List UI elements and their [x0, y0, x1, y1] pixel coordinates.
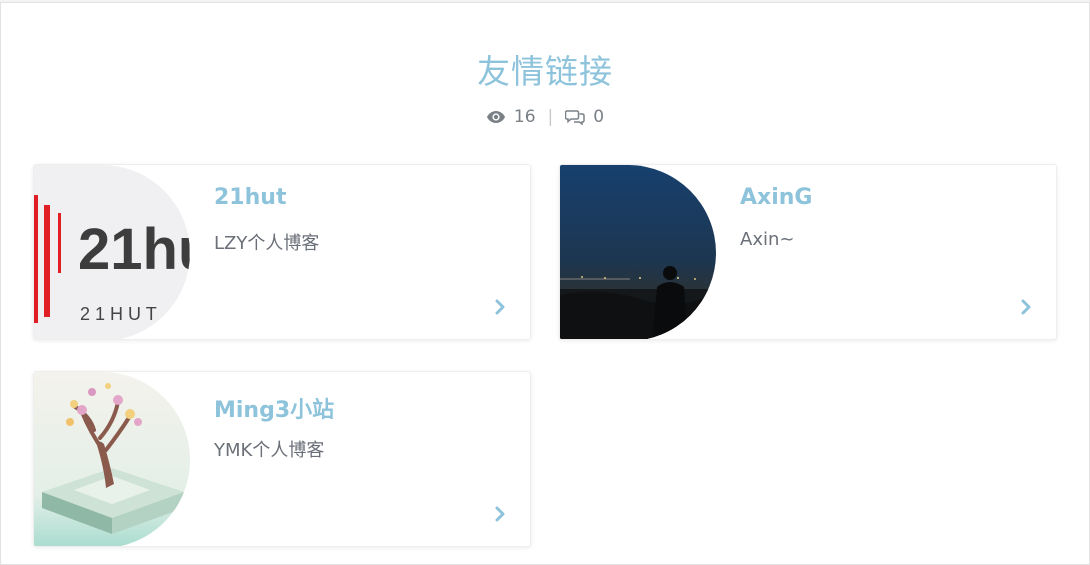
link-card-21hut[interactable]: 21hut 2 1 H U T 21hut LZY个人博客 — [33, 164, 531, 340]
link-description: YMK个人博客 — [214, 440, 325, 461]
link-card-axing[interactable]: AxinG Axin~ — [559, 164, 1057, 340]
chevron-right-icon[interactable] — [494, 299, 506, 315]
views-count: 16 — [513, 107, 536, 127]
link-name[interactable]: AxinG — [740, 185, 812, 210]
link-description: LZY个人博客 — [214, 233, 320, 254]
meta-separator: | — [547, 107, 554, 127]
page-container: 友情链接 16 | 0 21hut — [0, 2, 1090, 565]
link-name[interactable]: Ming3小站 — [214, 392, 334, 424]
comments-count: 0 — [593, 107, 605, 127]
post-meta: 16 | 0 — [1, 107, 1089, 127]
site-logo-axing — [560, 165, 716, 339]
link-description: Axin~ — [740, 229, 795, 250]
chevron-right-icon[interactable] — [494, 506, 506, 522]
logo-subtext: 2 1 H U T — [80, 304, 157, 324]
comments-icon — [565, 109, 586, 125]
link-card-ming3[interactable]: Ming3小站 YMK个人博客 — [33, 371, 531, 547]
page-title: 友情链接 — [477, 52, 613, 91]
link-name[interactable]: 21hut — [214, 185, 286, 210]
chevron-right-icon[interactable] — [1020, 299, 1032, 315]
eye-icon — [486, 110, 506, 124]
site-logo-21hut: 21hut 2 1 H U T — [34, 165, 190, 339]
site-logo-ming3 — [34, 372, 190, 546]
logo-text: 21hut — [78, 217, 190, 282]
